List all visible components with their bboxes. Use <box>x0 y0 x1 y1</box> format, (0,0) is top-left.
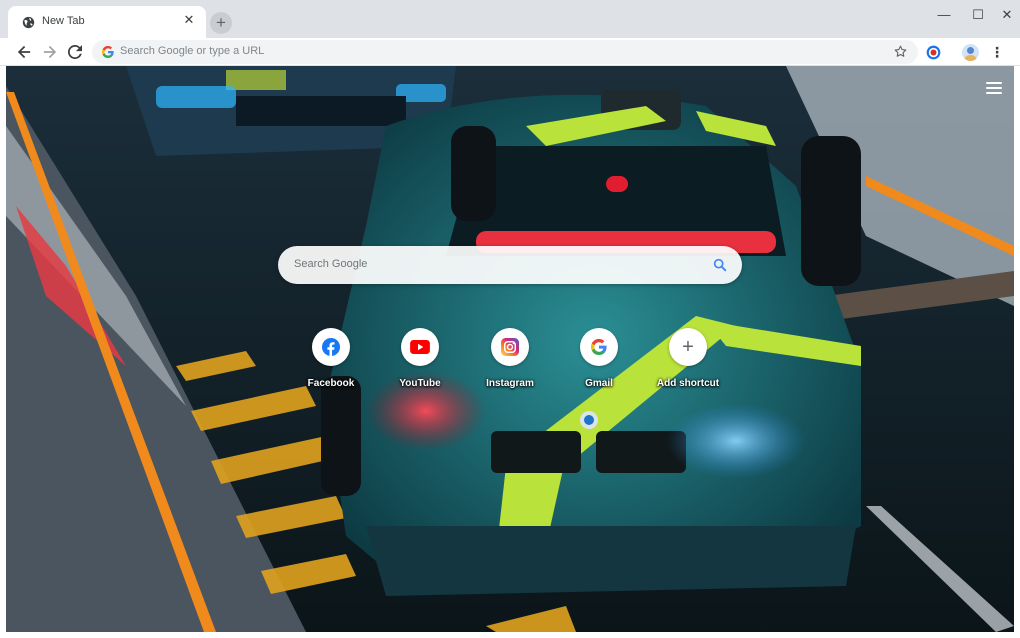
address-bar-placeholder: Search Google or type a URL <box>120 45 265 57</box>
avatar-icon <box>964 47 977 61</box>
shortcut-icon-tile <box>580 328 618 366</box>
instagram-icon <box>501 338 519 356</box>
new-tab-button[interactable]: + <box>210 12 232 34</box>
shortcuts-grid: Facebook YouTube Instagram Gmail + Add s… <box>6 328 1014 398</box>
browser-menu-button[interactable]: ⋮ <box>990 43 1004 61</box>
youtube-icon <box>410 340 430 354</box>
shortcut-label: Gmail <box>585 378 613 389</box>
new-tab-page: Search Google Facebook YouTube Instagram… <box>6 66 1014 632</box>
reload-icon <box>68 45 82 59</box>
shortcut-icon-tile <box>491 328 529 366</box>
shortcut-icon-tile: + <box>669 328 707 366</box>
tab-new-tab[interactable]: New Tab ✕ <box>8 6 206 38</box>
plus-icon: + <box>682 336 694 358</box>
search-box[interactable]: Search Google <box>278 246 742 284</box>
star-icon[interactable] <box>893 44 908 59</box>
google-icon <box>102 46 114 58</box>
profile-avatar[interactable] <box>962 44 979 61</box>
window-close-button[interactable]: ✕ <box>993 4 1020 28</box>
search-icon[interactable] <box>712 257 728 273</box>
globe-icon <box>22 16 35 29</box>
shortcut-label: Facebook <box>307 378 355 389</box>
maximize-button[interactable]: ☐ <box>964 4 992 28</box>
shortcut-icon-tile <box>312 328 350 366</box>
shortcut-youtube[interactable]: YouTube <box>375 328 465 398</box>
menu-bar <box>986 87 1002 89</box>
menu-bar <box>986 92 1002 94</box>
shortcut-add[interactable]: + Add shortcut <box>643 328 733 398</box>
arrow-right-icon <box>43 45 57 59</box>
extension-icon[interactable] <box>926 45 941 60</box>
facebook-icon <box>322 338 340 356</box>
arrow-left-icon <box>17 45 31 59</box>
search-placeholder: Search Google <box>294 258 368 270</box>
toolbar: Search Google or type a URL ⋮ <box>0 38 1020 66</box>
google-icon <box>591 339 607 355</box>
shortcut-gmail[interactable]: Gmail <box>554 328 644 398</box>
shortcut-facebook[interactable]: Facebook <box>286 328 376 398</box>
tab-title: New Tab <box>42 15 85 27</box>
back-button[interactable] <box>14 42 34 62</box>
forward-button[interactable] <box>40 42 60 62</box>
minimize-button[interactable]: — <box>930 4 958 28</box>
menu-bar <box>986 82 1002 84</box>
tab-strip: New Tab ✕ + — ☐ ✕ <box>0 0 1020 38</box>
shortcut-label: Instagram <box>486 378 534 389</box>
tab-close-icon[interactable]: ✕ <box>182 13 196 27</box>
shortcut-label: Add shortcut <box>656 378 720 389</box>
shortcut-label: YouTube <box>399 378 441 389</box>
customize-menu-button[interactable] <box>986 82 1002 96</box>
reload-button[interactable] <box>65 42 85 62</box>
shortcut-icon-tile <box>401 328 439 366</box>
shortcut-instagram[interactable]: Instagram <box>465 328 555 398</box>
address-bar[interactable]: Search Google or type a URL <box>92 40 918 64</box>
